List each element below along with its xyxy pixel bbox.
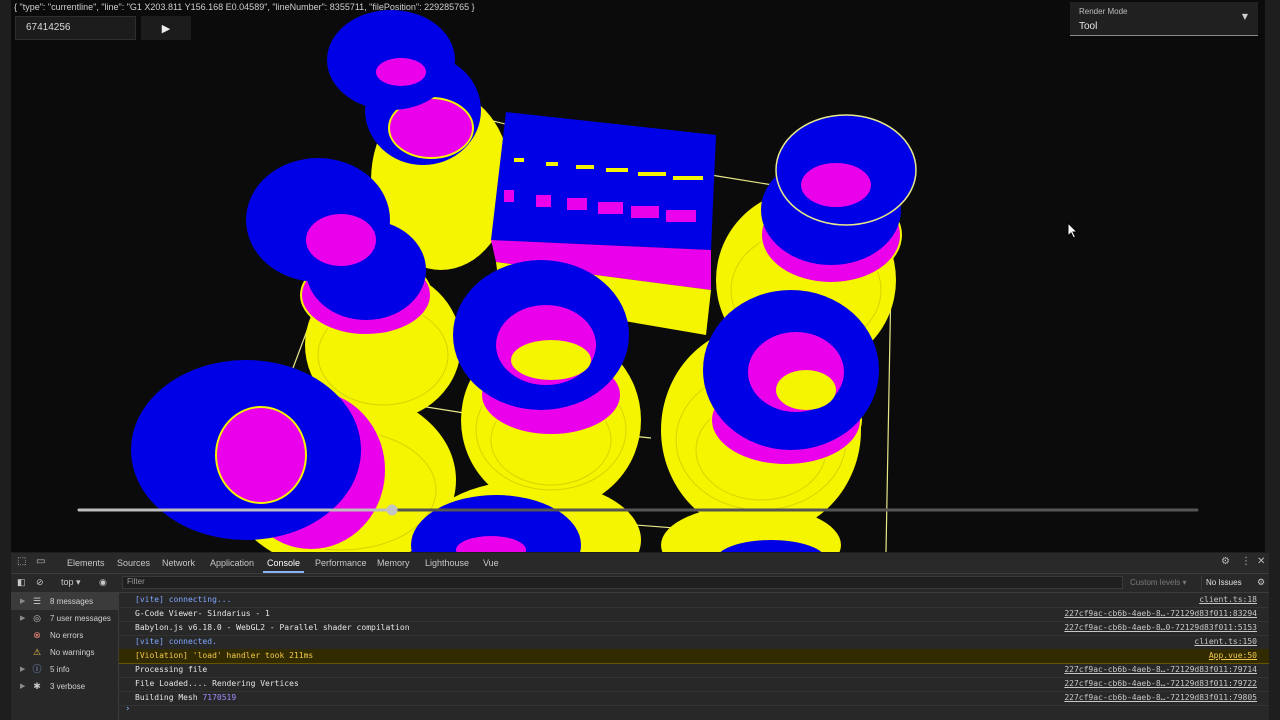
clear-console-icon[interactable]: ⊘ xyxy=(36,577,44,588)
tower-top-left xyxy=(327,10,481,165)
scrubber-thumb[interactable] xyxy=(386,504,398,516)
sidebar-item-warnings[interactable]: ⚠ No warnings xyxy=(11,644,118,661)
tab-sources[interactable]: Sources xyxy=(117,553,150,573)
expand-arrow-icon: ▶ xyxy=(20,683,26,690)
tower-mid-right xyxy=(703,290,879,466)
inspect-element-icon[interactable]: ⬚ xyxy=(17,556,26,567)
mouse-cursor-icon xyxy=(1067,222,1079,239)
render-mode-select[interactable]: Render Mode Tool ▼ xyxy=(1070,2,1258,36)
close-icon[interactable]: ✕ xyxy=(1257,556,1265,567)
list-icon: ☰ xyxy=(32,596,42,606)
sidebar-item-label: No errors xyxy=(50,631,84,640)
console-source-link[interactable]: client.ts:18 xyxy=(1199,593,1257,607)
tower-top-right xyxy=(760,114,917,284)
file-position-input[interactable]: 67414256 xyxy=(15,16,136,40)
console-message: [Violation] 'load' handler took 211ms xyxy=(135,651,314,660)
console-settings-gear-icon[interactable]: ⚙ xyxy=(1257,577,1265,588)
eye-icon[interactable]: ◉ xyxy=(99,577,107,588)
more-options-icon[interactable]: ⋮ xyxy=(1241,556,1251,567)
console-source-link[interactable]: 227cf9ac-cb6b-4aeb-8…-72129d83f011:79722 xyxy=(1064,677,1257,691)
sidebar-item-errors[interactable]: ⊗ No errors xyxy=(11,627,118,644)
console-source-link[interactable]: client.ts:150 xyxy=(1194,635,1257,649)
playback-scrubber[interactable] xyxy=(71,500,1201,520)
tab-vue[interactable]: Vue xyxy=(483,553,499,573)
tab-performance[interactable]: Performance xyxy=(315,553,367,573)
console-row: [vite] connected. client.ts:150 xyxy=(119,635,1269,650)
console-row: G-Code Viewer- Sindarius - 1 227cf9ac-cb… xyxy=(119,607,1269,622)
render-mode-value: Tool xyxy=(1079,21,1098,32)
console-row: Processing file 227cf9ac-cb6b-4aeb-8…-72… xyxy=(119,663,1269,678)
error-icon: ⊗ xyxy=(33,630,41,640)
gcode-viewer-canvas[interactable]: { "type": "currentline", "line": "G1 X20… xyxy=(11,0,1265,552)
sidebar-toggle-icon[interactable]: ◧ xyxy=(17,577,26,588)
console-row-violation: [Violation] 'load' handler took 211ms Ap… xyxy=(119,649,1269,664)
tab-application[interactable]: Application xyxy=(210,553,254,573)
sidebar-item-label: 8 messages xyxy=(50,597,94,606)
file-position-value: 67414256 xyxy=(26,22,71,33)
console-row: File Loaded.... Rendering Vertices 227cf… xyxy=(119,677,1269,692)
console-message: Building Mesh 7170519 xyxy=(135,691,236,705)
devtools-tabbar: ⬚ ▭ Elements Sources Network Application… xyxy=(11,553,1269,574)
console-prompt-chevron-icon[interactable]: › xyxy=(125,704,130,714)
console-message: File Loaded.... Rendering Vertices xyxy=(135,679,299,688)
chevron-down-icon: ▼ xyxy=(1241,12,1248,21)
console-filter-input[interactable]: Filter xyxy=(122,576,1123,589)
console-log-area[interactable]: [vite] connecting... client.ts:18 G-Code… xyxy=(119,593,1269,720)
console-message: [vite] connected. xyxy=(135,637,217,646)
console-message: [vite] connecting... xyxy=(135,595,232,604)
sidebar-item-info[interactable]: ▶ ⓘ 5 info xyxy=(11,661,118,678)
sidebar-item-messages[interactable]: ▶ ☰ 8 messages xyxy=(11,593,118,610)
expand-arrow-icon: ▶ xyxy=(20,666,26,673)
console-message: G-Code Viewer- Sindarius - 1 xyxy=(135,609,270,618)
console-source-link[interactable]: App.vue:50 xyxy=(1209,649,1257,663)
sidebar-item-label: No warnings xyxy=(50,648,95,657)
user-icon: ◎ xyxy=(33,613,41,623)
console-number-value: 7170519 xyxy=(202,693,237,702)
sidebar-item-label: 7 user messages xyxy=(50,614,111,623)
expand-arrow-icon: ▶ xyxy=(20,598,26,605)
sidebar-item-user-messages[interactable]: ▶ ◎ 7 user messages xyxy=(11,610,118,627)
console-toolbar: ◧ ⊘ top ▾ ◉ Filter Custom levels ▾ No Is… xyxy=(11,574,1269,593)
log-levels-dropdown[interactable]: Custom levels ▾ xyxy=(1130,578,1186,587)
expand-arrow-icon: ▶ xyxy=(20,615,26,622)
warning-icon: ⚠ xyxy=(32,647,42,657)
console-row: Babylon.js v6.18.0 - WebGL2 - Parallel s… xyxy=(119,621,1269,636)
tab-memory[interactable]: Memory xyxy=(377,553,410,573)
console-source-link[interactable]: 227cf9ac-cb6b-4aeb-8…-72129d83f011:79714 xyxy=(1064,663,1257,677)
current-line-status: { "type": "currentline", "line": "G1 X20… xyxy=(14,2,475,12)
console-source-link[interactable]: 227cf9ac-cb6b-4aeb-8…0-72129d83f011:5153 xyxy=(1064,621,1257,635)
console-source-link[interactable]: 227cf9ac-cb6b-4aeb-8…-72129d83f011:83294 xyxy=(1064,607,1257,621)
sidebar-item-verbose[interactable]: ▶ ✱ 3 verbose xyxy=(11,678,118,695)
context-selector[interactable]: top ▾ xyxy=(61,577,81,588)
tab-network[interactable]: Network xyxy=(162,553,195,573)
console-row: Building Mesh 7170519 227cf9ac-cb6b-4aeb… xyxy=(119,691,1269,706)
context-value: top xyxy=(61,577,74,587)
console-sidebar: ▶ ☰ 8 messages ▶ ◎ 7 user messages ⊗ No … xyxy=(11,593,119,720)
console-message: Babylon.js v6.18.0 - WebGL2 - Parallel s… xyxy=(135,623,410,632)
render-mode-label: Render Mode xyxy=(1079,7,1128,16)
gcode-3d-scene[interactable] xyxy=(11,0,1265,552)
tab-console[interactable]: Console xyxy=(263,553,305,573)
filter-placeholder: Filter xyxy=(127,577,145,586)
info-icon: ⓘ xyxy=(32,664,42,674)
devtools-panel: ⬚ ▭ Elements Sources Network Application… xyxy=(11,553,1269,720)
sidebar-item-label: 5 info xyxy=(50,665,70,674)
tab-elements[interactable]: Elements xyxy=(67,553,105,573)
play-button[interactable]: ▶ xyxy=(141,16,191,40)
console-message: Processing file xyxy=(135,665,208,674)
console-message-text: Building Mesh xyxy=(135,693,203,702)
issues-button[interactable]: No Issues xyxy=(1201,576,1246,590)
settings-gear-icon[interactable]: ⚙ xyxy=(1221,556,1230,567)
bug-icon: ✱ xyxy=(33,681,41,691)
play-icon: ▶ xyxy=(161,22,171,35)
tab-lighthouse[interactable]: Lighthouse xyxy=(425,553,469,573)
console-source-link[interactable]: 227cf9ac-cb6b-4aeb-8…-72129d83f011:79805 xyxy=(1064,691,1257,705)
sidebar-item-label: 3 verbose xyxy=(50,682,86,691)
device-toolbar-icon[interactable]: ▭ xyxy=(36,556,45,567)
console-row: [vite] connecting... client.ts:18 xyxy=(119,593,1269,608)
